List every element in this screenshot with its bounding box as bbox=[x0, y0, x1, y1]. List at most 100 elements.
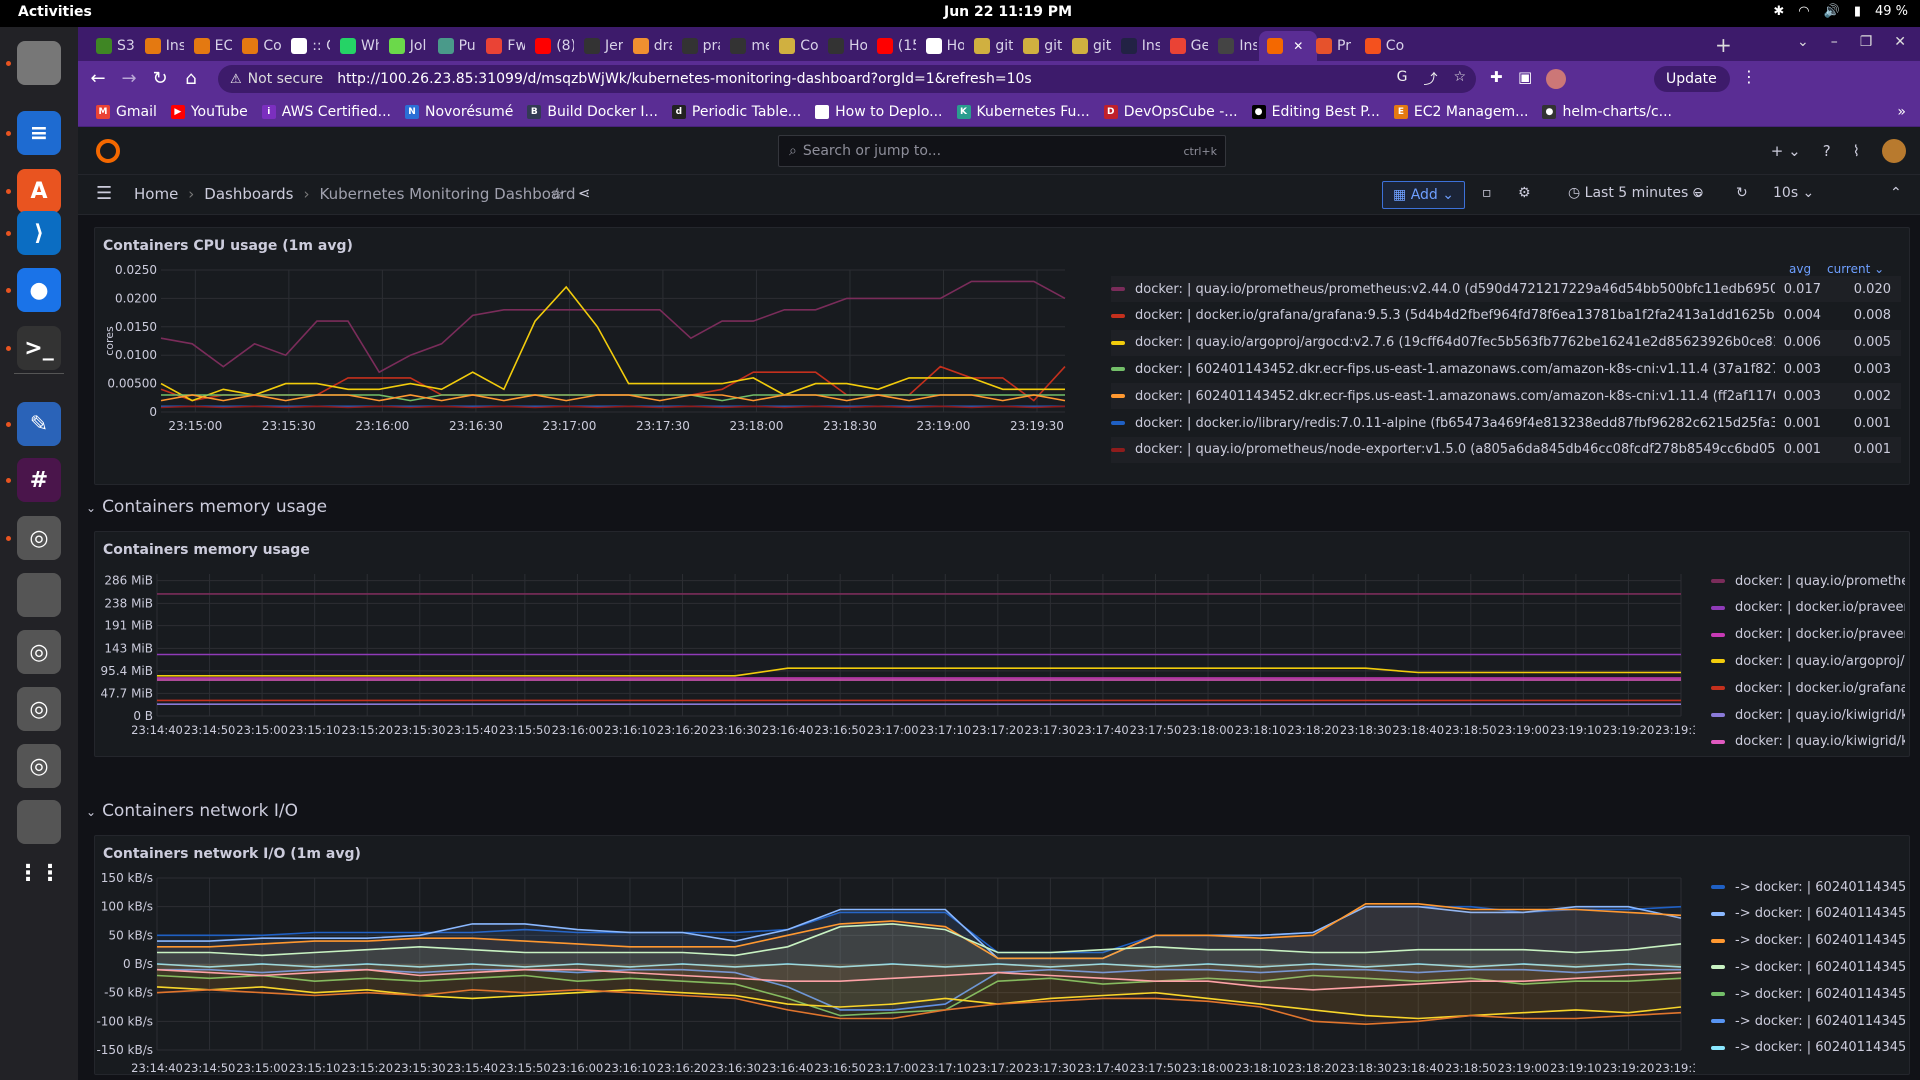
browser-tab[interactable]: dra bbox=[625, 31, 672, 61]
close-tab-icon[interactable]: ✕ bbox=[1293, 39, 1303, 53]
legend-item[interactable]: docker: | docker.io/praveensi bbox=[1711, 622, 1905, 648]
zoom-out-icon[interactable]: ⊖ bbox=[1692, 185, 1704, 201]
browser-tab[interactable]: Jer bbox=[576, 31, 623, 61]
tab-search-icon[interactable]: ⌄ bbox=[1797, 34, 1809, 50]
network-io-panel[interactable]: Containers network I/O (1m avg) -150 kB/… bbox=[94, 835, 1910, 1075]
new-tab-button[interactable]: + bbox=[1715, 33, 1732, 57]
search-placeholder[interactable]: Search or jump to... bbox=[803, 143, 941, 159]
browser-tab[interactable]: git bbox=[1015, 31, 1062, 61]
memory-chart[interactable]: 0 B 47.7 MiB 95.4 MiB 143 MiB 191 MiB 238 MiB… bbox=[95, 562, 1695, 758]
legend-item[interactable]: docker: | docker.io/grafana/grafana:9.5.… bbox=[1111, 303, 1901, 329]
warning-icon[interactable]: ⚠ bbox=[230, 72, 242, 87]
share-dashboard-icon[interactable]: ⋖ bbox=[578, 184, 591, 202]
legend-item[interactable]: -> docker: | 602401143452.d bbox=[1711, 901, 1905, 927]
browser-tab[interactable]: Co bbox=[1357, 31, 1404, 61]
chrome-menu-icon[interactable]: ⋮ bbox=[1741, 67, 1757, 86]
legend-item[interactable]: docker: | 602401143452.dkr.ecr-fips.us-e… bbox=[1111, 383, 1901, 410]
breadcrumb-dashboards[interactable]: Dashboards bbox=[204, 185, 293, 203]
legend-item[interactable]: -> docker: | 602401143452.d bbox=[1711, 874, 1905, 900]
side-panel-icon[interactable]: ▣ bbox=[1518, 68, 1532, 86]
refresh-interval[interactable]: 10s ⌄ bbox=[1773, 185, 1814, 201]
minimize-icon[interactable]: – bbox=[1831, 34, 1838, 50]
share-icon[interactable]: ⤴ bbox=[1423, 69, 1437, 89]
bookmark-item[interactable]: M Gmail bbox=[96, 104, 157, 120]
dock-terminal-icon[interactable]: >_ bbox=[17, 326, 61, 370]
browser-tab[interactable]: Ho bbox=[820, 31, 867, 61]
activities-button[interactable]: Activities bbox=[18, 4, 92, 20]
browser-tab[interactable]: EC bbox=[186, 31, 232, 61]
bookmark-item[interactable]: B Build Docker I... bbox=[527, 104, 658, 120]
dock-chrome-icon[interactable]: ● bbox=[17, 268, 61, 312]
system-tray[interactable]: ✱ ◠ 🔊 ▮ 49 % bbox=[1773, 4, 1908, 19]
dock-app-center-icon[interactable]: A bbox=[17, 169, 61, 213]
dock-slack-icon[interactable]: # bbox=[17, 458, 61, 502]
legend-item[interactable]: -> docker: | 602401143452.d bbox=[1711, 1008, 1905, 1034]
breadcrumb-current[interactable]: Kubernetes Monitoring Dashboard bbox=[320, 185, 576, 203]
user-avatar[interactable] bbox=[1882, 139, 1906, 163]
legend-item[interactable]: docker: | docker.io/grafana/g bbox=[1711, 675, 1905, 701]
legend-item[interactable]: docker: | docker.io/praveensi bbox=[1711, 595, 1905, 621]
dock-drive-2-icon[interactable]: ◎ bbox=[17, 630, 61, 674]
dock-drive-4-icon[interactable]: ◎ bbox=[17, 744, 61, 788]
bookmark-item[interactable]: ▶ YouTube bbox=[170, 104, 248, 120]
dock-files-icon[interactable] bbox=[17, 41, 61, 85]
legend-item[interactable]: docker: | docker.io/library/redis:7.0.11… bbox=[1111, 410, 1901, 436]
dock-writer-icon[interactable]: ≡ bbox=[17, 111, 61, 155]
browser-tab[interactable]: Fw bbox=[478, 31, 525, 61]
browser-tab[interactable]: Jol bbox=[381, 31, 428, 61]
browser-tab[interactable]: pra bbox=[674, 31, 720, 61]
dock-drive-1-icon[interactable] bbox=[17, 573, 61, 617]
favorite-star-icon[interactable]: ☆ bbox=[550, 184, 564, 203]
browser-tab[interactable]: git bbox=[966, 31, 1013, 61]
memory-usage-panel[interactable]: Containers memory usage 0 B 47.7 MiB 95.4 … bbox=[94, 531, 1910, 757]
browser-tab[interactable]: Ho bbox=[918, 31, 964, 61]
bookmark-star-icon[interactable]: ☆ bbox=[1453, 69, 1466, 89]
home-icon[interactable]: ⌂ bbox=[179, 67, 203, 91]
menu-icon[interactable]: ☰ bbox=[96, 183, 112, 204]
grafana-search[interactable]: ⌕ Search or jump to... ctrl+k bbox=[778, 135, 1226, 167]
dock-text-editor-icon[interactable]: ✎ bbox=[17, 402, 61, 446]
refresh-icon[interactable]: ↻ bbox=[1736, 185, 1748, 201]
help-icon[interactable]: ? bbox=[1823, 142, 1831, 160]
bookmark-item[interactable]: K Kubernetes Fu... bbox=[956, 104, 1090, 120]
row-chevron-icon[interactable]: ⌄ bbox=[86, 805, 96, 819]
profile-avatar[interactable] bbox=[1546, 69, 1566, 89]
browser-tab[interactable]: Ins bbox=[137, 31, 184, 61]
save-dashboard-icon[interactable]: ▫ bbox=[1482, 185, 1492, 201]
legend-item[interactable]: -> docker: | 602401143452.d bbox=[1711, 1035, 1905, 1061]
dock-show-apps-icon[interactable]: ⋮⋮ bbox=[17, 851, 61, 895]
cpu-chart[interactable]: 0 0.00500 0.0100 0.0150 0.0200 0.0250 23:15:00… bbox=[95, 258, 1085, 478]
browser-tab[interactable]: (8) bbox=[527, 31, 574, 61]
security-label[interactable]: Not secure bbox=[248, 71, 324, 87]
bookmark-item[interactable]: N Novorésumé bbox=[404, 104, 513, 120]
browser-tab[interactable]: Co bbox=[234, 31, 281, 61]
bookmark-item[interactable]: ● Editing Best P... bbox=[1251, 104, 1380, 120]
network-chart[interactable]: -150 kB/s -100 kB/s -50 kB/s 0 B/s 50 kB/s 10… bbox=[95, 866, 1695, 1076]
reload-icon[interactable]: ↻ bbox=[148, 67, 172, 91]
browser-tab[interactable]: (15 bbox=[869, 31, 916, 61]
legend-item[interactable]: docker: | 602401143452.dkr.ecr-fips.us-e… bbox=[1111, 356, 1901, 382]
browser-tab[interactable]: S3 bbox=[88, 31, 135, 61]
network-row-header[interactable]: ⌄ Containers network I/O bbox=[86, 801, 298, 821]
browser-tab[interactable]: Ge bbox=[1162, 31, 1208, 61]
new-menu-icon[interactable]: + ⌄ bbox=[1771, 142, 1801, 160]
dock-drive-3-icon[interactable]: ◎ bbox=[17, 687, 61, 731]
browser-tab[interactable]: Ins bbox=[1113, 31, 1160, 61]
browser-tab[interactable]: Co bbox=[771, 31, 818, 61]
back-icon[interactable]: ← bbox=[86, 67, 110, 91]
grafana-logo-icon[interactable] bbox=[96, 139, 120, 163]
legend-item[interactable]: -> docker: | 602401143452.d bbox=[1711, 954, 1905, 980]
google-lens-icon[interactable]: G bbox=[1397, 69, 1408, 89]
bookmark-item[interactable]: How to Deplo... bbox=[815, 104, 943, 120]
time-picker[interactable]: ◷ Last 5 minutes ⌄ bbox=[1568, 185, 1705, 201]
settings-gear-icon[interactable]: ⚙ bbox=[1518, 185, 1531, 201]
bookmark-item[interactable]: d Periodic Table... bbox=[671, 104, 801, 120]
legend-item[interactable]: docker: | quay.io/argoproj/arg bbox=[1711, 648, 1905, 674]
clock[interactable]: Jun 22 11:19 PM bbox=[944, 4, 1072, 20]
dock-image-viewer-icon[interactable]: ◎ bbox=[17, 516, 61, 560]
url-text[interactable]: http://100.26.23.85:31099/d/msqzbWjWk/ku… bbox=[337, 71, 1031, 87]
browser-tab[interactable]: Ins bbox=[1210, 31, 1257, 61]
legend-item[interactable]: docker: | quay.io/kiwigrid/k8s bbox=[1711, 702, 1905, 728]
bookmark-item[interactable]: D DevOpsCube -... bbox=[1103, 104, 1238, 120]
legend-item[interactable]: docker: | quay.io/prometheus/prometheus:… bbox=[1111, 276, 1901, 302]
